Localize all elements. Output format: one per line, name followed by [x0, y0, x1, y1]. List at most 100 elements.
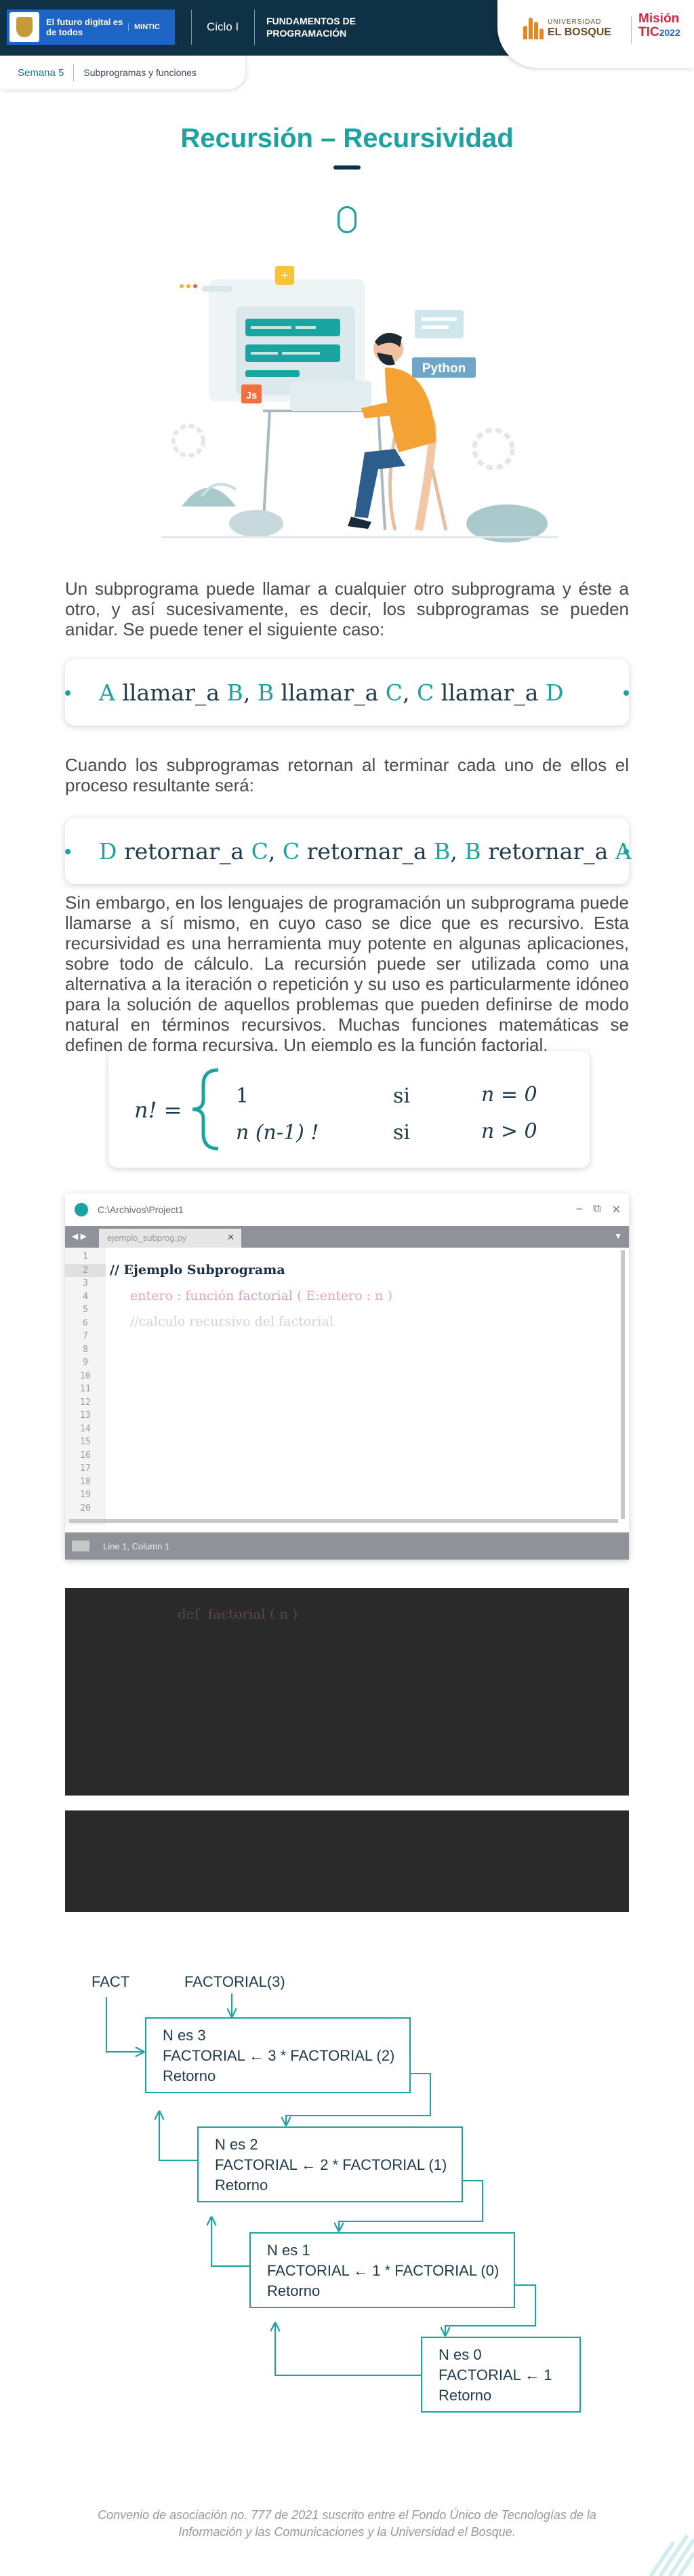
partner-logos: UNIVERSIDAD EL BOSQUE Misión TIC2022 [497, 0, 694, 68]
formula-row1-value: 1 [236, 1084, 249, 1108]
code-function-name: factorial [238, 1288, 293, 1303]
line-number: 17 [80, 1463, 91, 1473]
tab-ejemplo-subprog[interactable]: ejemplo_subprog.py ✕ [99, 1229, 241, 1248]
formula-row1-si: si [393, 1084, 410, 1108]
trace-box-0-line1: N es 0 [438, 2346, 482, 2363]
chain-b: B [226, 679, 243, 706]
tic-label: TIC [638, 25, 659, 39]
terminal-code-line: def factorial ( n ) [178, 1606, 298, 1622]
chain-call: llamar_a [122, 679, 220, 706]
python-label: Python [422, 361, 466, 376]
line-number: 20 [80, 1503, 91, 1513]
code-line-function: entero : función factorial ( E:entero : … [130, 1288, 392, 1303]
course-title-line1: FUNDAMENTOS DE [266, 16, 356, 26]
chain-c2: C [417, 679, 434, 706]
ret-c: C [251, 837, 268, 865]
code-keyword: entero : función [130, 1288, 234, 1303]
vertical-scrollbar[interactable] [621, 1250, 625, 1519]
trace-box-3-line2: FACTORIAL ← 3 * FACTORIAL (2) [163, 2047, 394, 2064]
trace-box-2-line1: N es 2 [215, 2136, 258, 2153]
corner-stripes-decoration [649, 2534, 694, 2576]
chain-c: C [385, 679, 403, 706]
week-label: Semana 5 [18, 66, 64, 79]
line-number: 9 [83, 1358, 88, 1368]
line-number: 19 [80, 1490, 91, 1500]
footer-line2: Información y las Comunicaciones y la Un… [178, 2525, 516, 2539]
line-number: 2 [65, 1263, 106, 1277]
line-number: 16 [80, 1450, 91, 1461]
chain-a: A [99, 679, 115, 706]
line-number: 11 [80, 1384, 91, 1394]
footer-note: Convenio de asociación no. 777 de 2021 s… [0, 2507, 694, 2541]
tab-nav-arrows-icon[interactable]: ◀ ▶ [72, 1231, 87, 1241]
line-number: 10 [80, 1370, 91, 1381]
week-tab: Semana 5 Subprogramas y funciones [0, 56, 245, 90]
js-label: Js [246, 390, 258, 401]
page-title: Recursión – Recursividad [180, 123, 514, 153]
ret-b: B [434, 837, 451, 865]
footer-line1: Convenio de asociación no. 777 de 2021 s… [98, 2508, 596, 2522]
horizontal-scrollbar[interactable] [69, 1519, 618, 1523]
editor-statusbar: Line 1, Column 1 [65, 1532, 629, 1560]
programmer-illustration: + Python Js [161, 266, 558, 542]
code-line-comment2: //calculo recursivo del factorial [130, 1314, 333, 1329]
formula-lhs: n! = [134, 1097, 182, 1123]
tab-close-icon[interactable]: ✕ [227, 1232, 234, 1243]
gov-slogan: El futuro digital es de todos [46, 17, 123, 37]
topic-label: Subprogramas y funciones [83, 67, 197, 78]
recursion-trace-diagram: FACT FACTORIAL(3) N es 3 FACTORIAL ← 3 *… [91, 1973, 581, 2413]
editor-path: C:\Archivos\Project1 [98, 1204, 184, 1215]
close-icon[interactable]: ✕ [612, 1203, 621, 1216]
line-number: 18 [80, 1476, 91, 1487]
tab-label: ejemplo_subprog.py [107, 1233, 187, 1243]
header-divider [191, 9, 192, 45]
ret-comma: , [268, 837, 276, 865]
formula-row1-cond: n = 0 [481, 1083, 537, 1107]
university-small-label: UNIVERSIDAD [548, 18, 602, 26]
editor-body[interactable]: 1 2 3 4 5 6 7 8 9 10 11 12 13 14 15 16 17 18 19 20 // Ejemp… [65, 1248, 629, 1526]
line-number: 3 [83, 1278, 88, 1288]
chain-comma: , [243, 679, 251, 706]
editor-app-icon [75, 1203, 88, 1216]
ret-c2: C [282, 837, 300, 865]
ret-word: retornar_a [488, 837, 609, 865]
code-args: ( E:entero : n ) [297, 1288, 392, 1303]
mintic-label: MINTIC [128, 23, 160, 31]
line-number: 7 [83, 1331, 88, 1341]
return-chain-box: D retornar_a C, C retornar_a B, B retorn… [65, 818, 632, 884]
cursor-position: Line 1, Column 1 [103, 1541, 170, 1551]
trace-box-3-line1: N es 3 [163, 2027, 206, 2044]
line-number: 1 [83, 1252, 88, 1262]
formula-row2-si: si [393, 1121, 410, 1145]
trace-box-0-line3: Retorno [438, 2387, 491, 2404]
return-paragraph: Cuando los subprogramas retornan al term… [65, 755, 629, 795]
recursion-paragraph: Sin embargo, en los lenguajes de program… [65, 892, 629, 1055]
call-label: FACTORIAL(3) [184, 1973, 285, 1990]
formula-row2-value: n (n-1) ! [236, 1121, 319, 1145]
header-divider [254, 9, 255, 45]
trace-box-1-line2: FACTORIAL ← 1 * FACTORIAL (0) [267, 2262, 499, 2279]
trace-box-2-line2: FACTORIAL ← 2 * FACTORIAL (1) [215, 2156, 447, 2173]
el-bosque-tree-icon [523, 15, 544, 39]
call-chain-box: A llamar_a B, B llamar_a C, C llamar_a D [65, 659, 629, 726]
mision-year: 2022 [659, 27, 680, 38]
minimize-icon[interactable]: – [576, 1203, 582, 1216]
chain-call: llamar_a [281, 679, 379, 706]
svg-text:+: + [281, 269, 289, 283]
gov-logo-block: El futuro digital es de todos MINTIC [7, 9, 175, 45]
editor-tabbar: ◀ ▶ ejemplo_subprog.py ✕ ▼ [65, 1226, 629, 1248]
formula-row2-cond: n > 0 [481, 1119, 537, 1143]
def-keyword: def [178, 1606, 200, 1622]
colombia-shield-icon [9, 12, 39, 42]
intro-paragraph: Un subprograma puede llamar a cualquier … [65, 578, 629, 639]
title-underline [333, 165, 361, 170]
code-terminal-1: def factorial ( n ) [65, 1588, 629, 1796]
def-signature: factorial ( n ) [207, 1606, 298, 1622]
line-number: 4 [83, 1291, 88, 1302]
ret-comma: , [450, 837, 457, 865]
restore-icon[interactable]: ⧉ [593, 1203, 600, 1216]
code-terminal-2 [65, 1810, 629, 1912]
line-number: 6 [83, 1317, 88, 1328]
tab-dropdown-icon[interactable]: ▼ [614, 1231, 622, 1241]
course-title: FUNDAMENTOS DE PROGRAMACIÓN [266, 15, 356, 39]
